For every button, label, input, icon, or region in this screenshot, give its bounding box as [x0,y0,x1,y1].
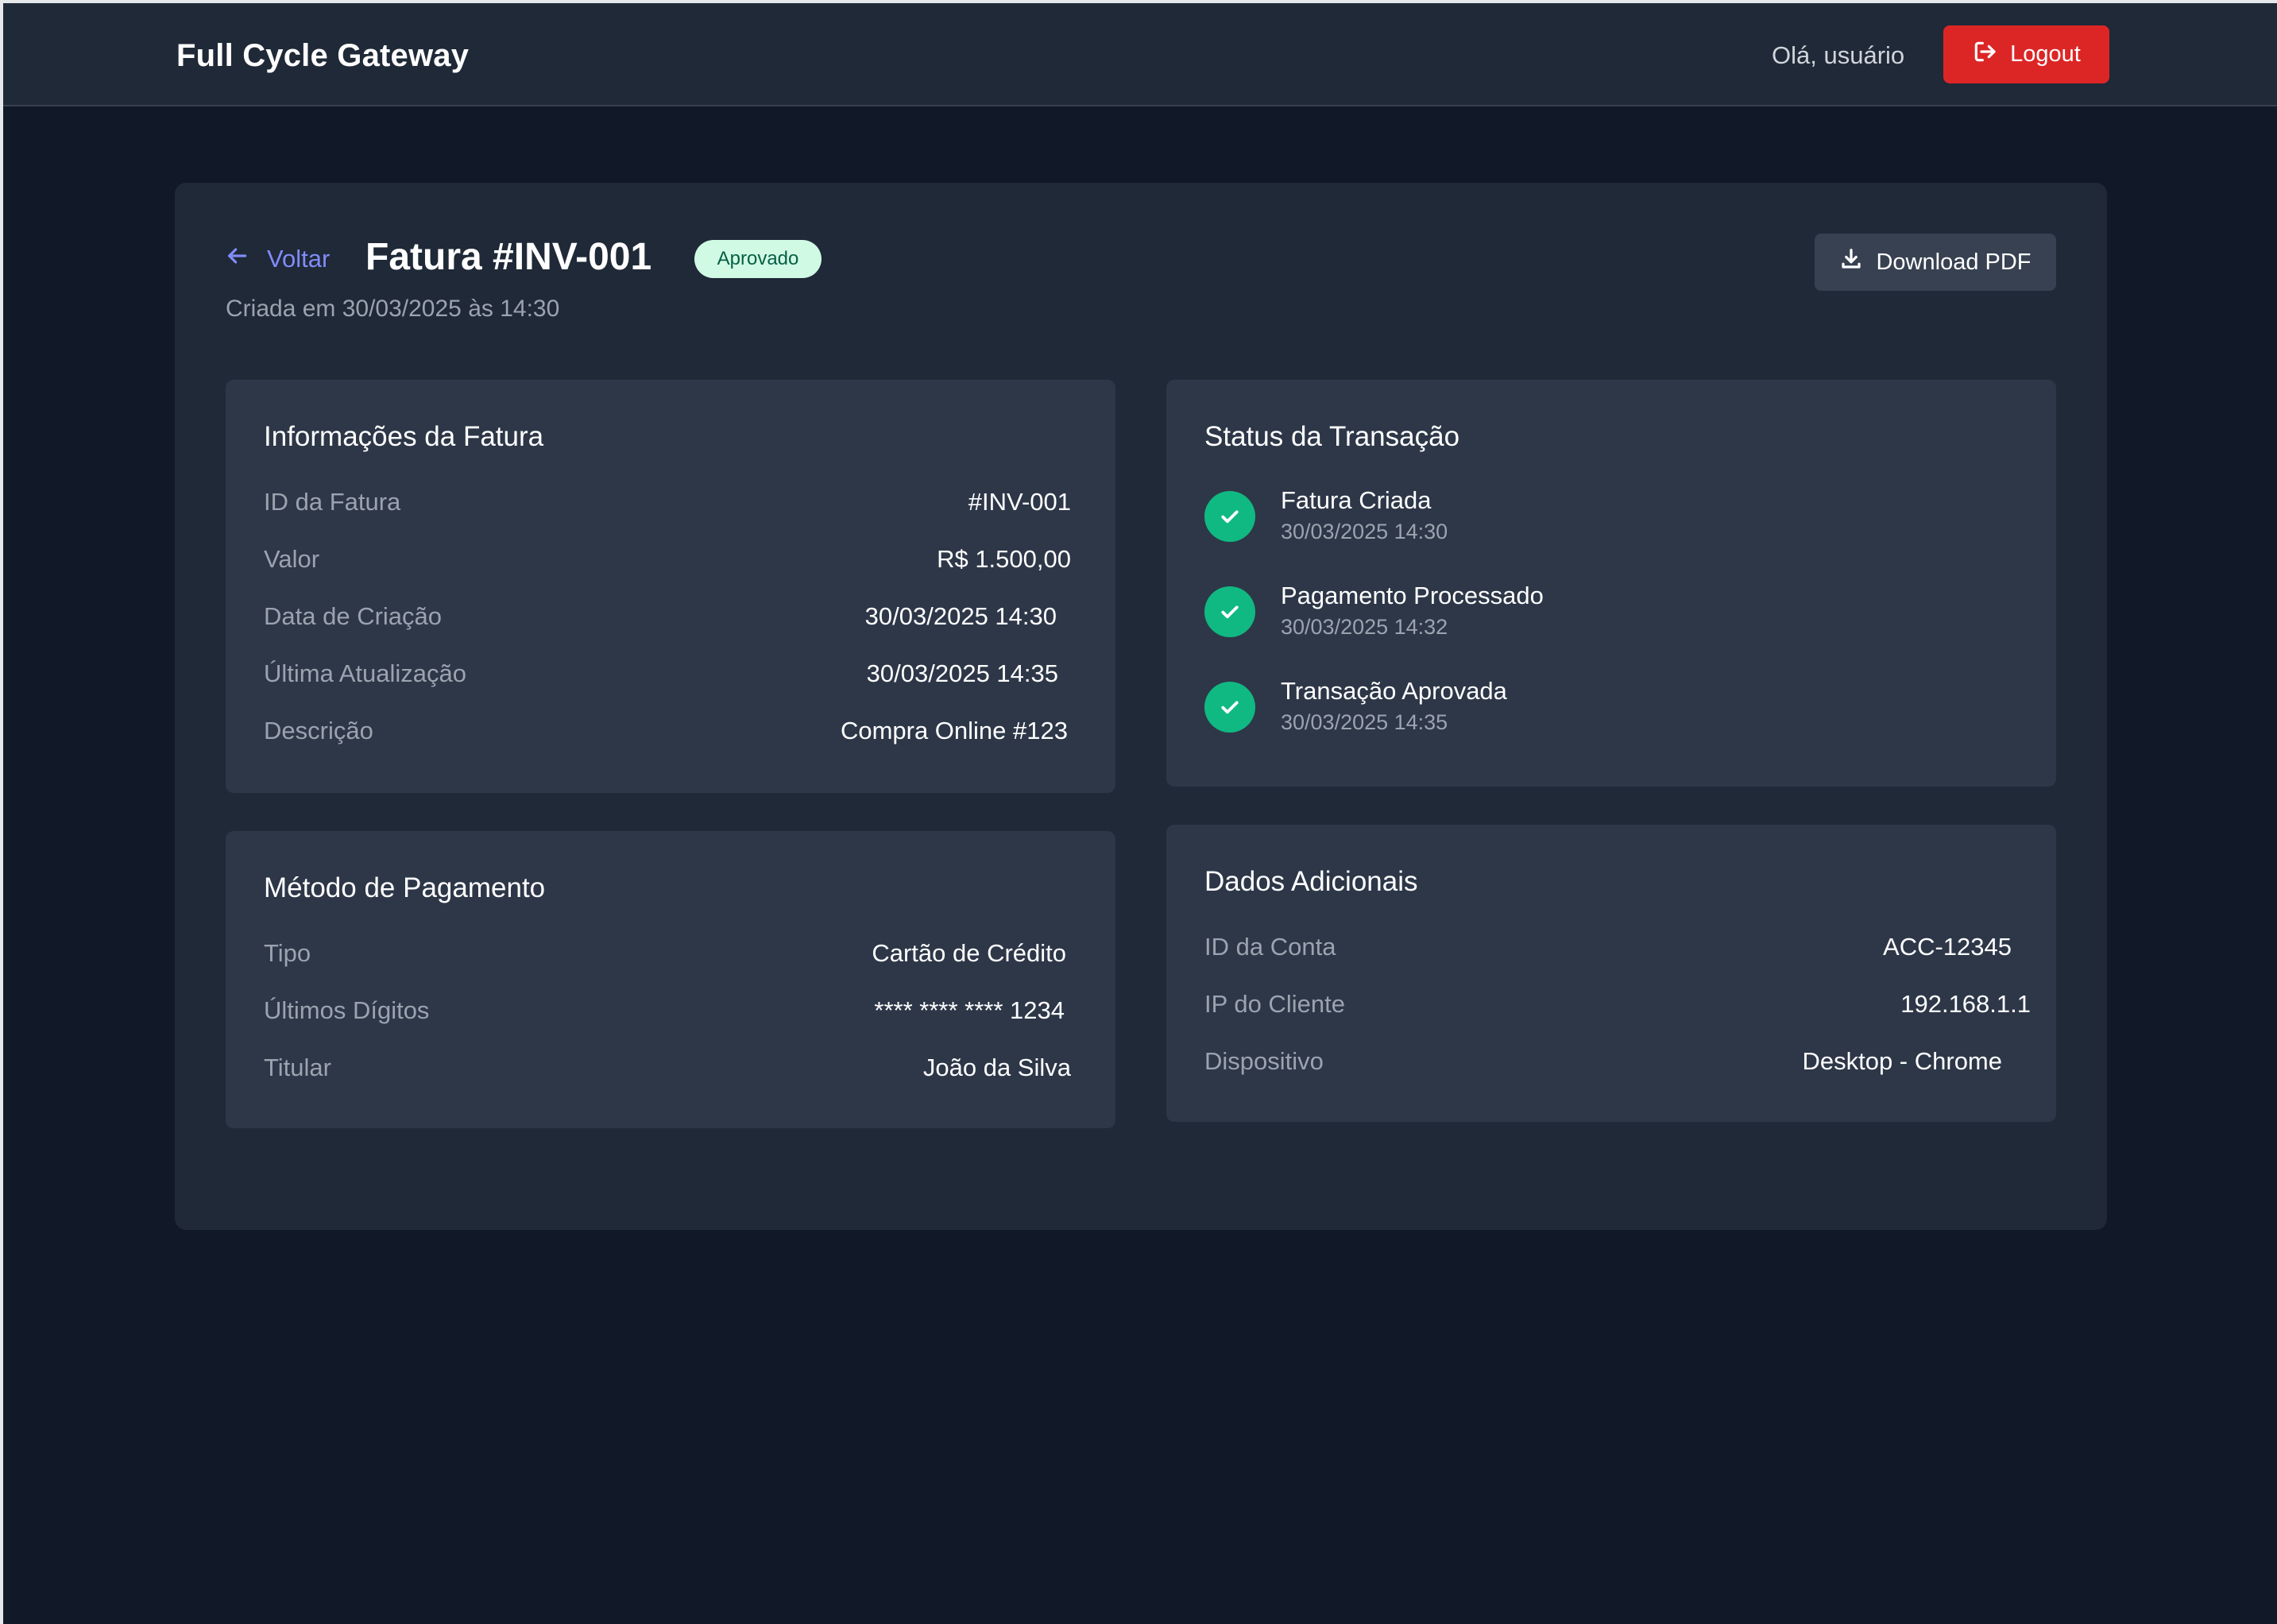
check-circle-icon [1204,586,1255,637]
row-label: IP do Cliente [1204,990,1345,1018]
card-title: Método de Pagamento [264,872,546,903]
step-title: Pagamento Processado [1281,582,1544,609]
info-row-amount: Valor R$ 1.500,00 [264,543,1071,575]
info-row-description: Descrição Compra Online #123 [264,715,1071,747]
row-label: Dispositivo [1204,1047,1324,1075]
timeline-step: Fatura Criada 30/03/2025 14:30 [1204,485,1448,547]
row-value: #INV-001 [968,488,1071,516]
created-date: Criada em 30/03/2025 às 14:30 [226,296,560,322]
row-label: ID da Conta [1204,933,1336,961]
row-label: Data de Criação [264,602,443,630]
timeline-step: Transação Aprovada 30/03/2025 14:35 [1204,675,1507,737]
brand-title[interactable]: Full Cycle Gateway [176,38,469,74]
payment-method-card: Método de Pagamento Tipo Cartão de Crédi… [226,831,1115,1128]
top-header: Full Cycle Gateway Olá, usuário Logout [3,3,2277,106]
info-row-updated: Última Atualização 30/03/2025 14:35 [264,658,1071,690]
row-value: João da Silva [922,1054,1071,1081]
page-title: Fatura #INV-001 [365,236,652,278]
user-greeting: Olá, usuário [1772,41,1905,69]
timeline-step: Pagamento Processado 30/03/2025 14:32 [1204,580,1544,642]
additional-data-card: Dados Adicionais ID da Conta ACC-12345 I… [1166,825,2056,1122]
info-row-created: Data de Criação 30/03/2025 14:30 [264,601,1071,632]
invoice-info-card: Informações da Fatura ID da Fatura #INV-… [226,380,1115,793]
row-value: 192.168.1.1 [1900,990,2031,1018]
invoice-detail-panel: Voltar Fatura #INV-001 Aprovado Criada e… [175,183,2107,1230]
row-label: ID da Fatura [264,488,401,516]
sign-out-icon [1972,39,1997,71]
row-value: Cartão de Crédito [872,939,1066,967]
row-label: Valor [264,545,320,573]
row-label: Última Atualização [264,659,467,687]
row-value: **** **** **** 1234 [874,996,1065,1024]
step-title: Fatura Criada [1281,486,1432,514]
extra-row-account: ID da Conta ACC-12345 [1204,931,2012,963]
row-value: 30/03/2025 14:30 [864,602,1057,630]
transaction-status-card: Status da Transação Fatura Criada 30/03/… [1166,380,2056,787]
extra-row-device: Dispositivo Desktop - Chrome [1204,1046,2002,1077]
payment-row-type: Tipo Cartão de Crédito [264,938,1071,969]
row-value: ACC-12345 [1883,933,2012,961]
payment-row-digits: Últimos Dígitos **** **** **** 1234 [264,995,1071,1027]
row-value: R$ 1.500,00 [937,545,1071,573]
row-label: Tipo [264,939,311,967]
check-circle-icon [1204,491,1255,542]
download-icon [1839,247,1863,277]
row-label: Últimos Dígitos [264,996,430,1024]
arrow-left-icon [224,243,249,275]
back-label: Voltar [267,245,331,273]
row-value: Desktop - Chrome [1802,1047,2002,1075]
extra-row-ip: IP do Cliente 192.168.1.1 [1204,988,2031,1020]
step-time: 30/03/2025 14:30 [1281,520,1448,543]
row-label: Descrição [264,717,373,744]
check-circle-icon [1204,682,1255,733]
payment-row-holder: Titular João da Silva [264,1052,1071,1084]
logout-button[interactable]: Logout [1943,25,2109,83]
download-label: Download PDF [1876,249,2032,275]
back-link[interactable]: Voltar [224,243,330,275]
card-title: Informações da Fatura [264,421,544,452]
window-frame-left [0,0,3,1624]
step-title: Transação Aprovada [1281,677,1507,705]
card-title: Status da Transação [1204,421,1460,452]
row-value: 30/03/2025 14:35 [866,659,1058,687]
card-title: Dados Adicionais [1204,866,1418,897]
info-row-id: ID da Fatura #INV-001 [264,486,1071,518]
status-badge: Aprovado [694,240,821,278]
step-time: 30/03/2025 14:32 [1281,615,1448,639]
logout-label: Logout [2010,41,2081,67]
row-label: Titular [264,1054,331,1081]
row-value: Compra Online #123 [840,717,1068,744]
download-pdf-button[interactable]: Download PDF [1815,234,2056,291]
step-time: 30/03/2025 14:35 [1281,710,1448,734]
